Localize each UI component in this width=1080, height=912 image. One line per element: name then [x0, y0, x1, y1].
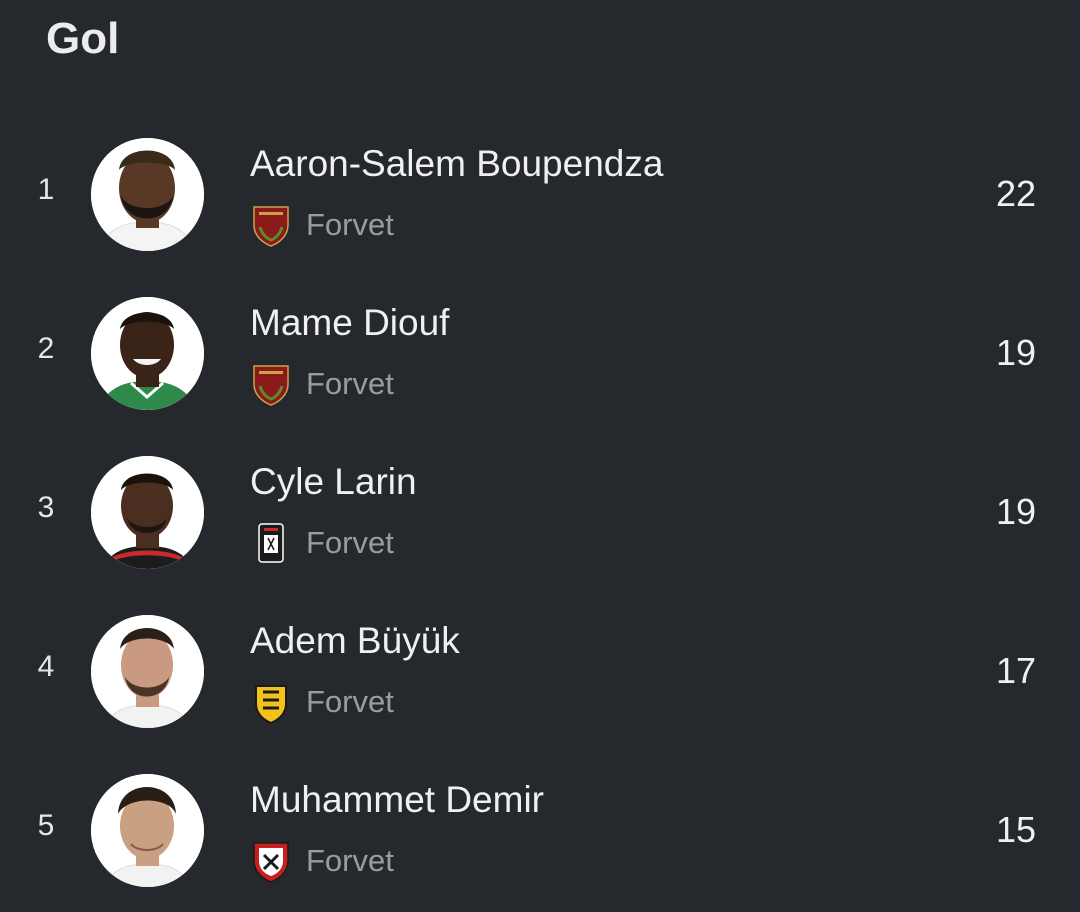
player-position: Forvet: [306, 525, 394, 560]
player-meta: Forvet: [250, 203, 394, 247]
player-meta: Forvet: [250, 680, 394, 724]
rank-number: 5: [37, 809, 55, 842]
rank-number: 2: [37, 332, 55, 365]
hatayspor-crest-icon: [253, 365, 289, 406]
rank-number: 3: [37, 491, 55, 524]
player-position: Forvet: [306, 207, 394, 242]
goal-count: 19: [995, 491, 1036, 532]
player-row[interactable]: 1 Aaron-Salem Boupendza Forvet 22: [0, 115, 1080, 274]
player-name: Cyle Larin: [250, 461, 417, 502]
goal-count: 15: [995, 809, 1036, 850]
yeni-malatyaspor-crest-icon: [255, 685, 287, 724]
rank-number: 4: [37, 650, 55, 683]
goal-count: 22: [995, 173, 1036, 214]
player-avatar: [91, 774, 204, 887]
player-row[interactable]: 5 Muhammet Demir Forvet 15: [0, 751, 1080, 910]
player-avatar: [91, 456, 204, 569]
player-name: Adem Büyük: [250, 620, 460, 661]
goal-count: 17: [995, 650, 1036, 691]
player-name: Muhammet Demir: [250, 779, 544, 820]
player-name: Mame Diouf: [250, 302, 450, 343]
player-meta: Forvet: [250, 362, 394, 406]
player-position: Forvet: [306, 843, 394, 878]
rank-number: 1: [37, 173, 55, 206]
player-row[interactable]: 3 Cyle Larin Forvet 19: [0, 433, 1080, 592]
player-position: Forvet: [306, 366, 394, 401]
player-meta: Forvet: [250, 839, 394, 883]
hatayspor-crest-icon: [253, 206, 289, 247]
section-title: Gol: [46, 14, 120, 63]
goal-count: 19: [995, 332, 1036, 373]
player-position: Forvet: [306, 684, 394, 719]
player-name: Aaron-Salem Boupendza: [250, 143, 664, 184]
player-row[interactable]: 2 Mame Diouf Forvet 19: [0, 274, 1080, 433]
besiktas-crest-icon: [258, 523, 284, 563]
player-avatar: [91, 297, 204, 410]
player-avatar: [91, 615, 204, 728]
player-row[interactable]: 4 Adem Büyük Forvet 17: [0, 592, 1080, 751]
gaziantep-fk-crest-icon: [253, 842, 289, 883]
player-avatar: [91, 138, 204, 251]
top-scorers-list: 1 Aaron-Salem Boupendza Forvet 22 2 Mame…: [0, 115, 1080, 910]
player-meta: Forvet: [250, 521, 394, 565]
